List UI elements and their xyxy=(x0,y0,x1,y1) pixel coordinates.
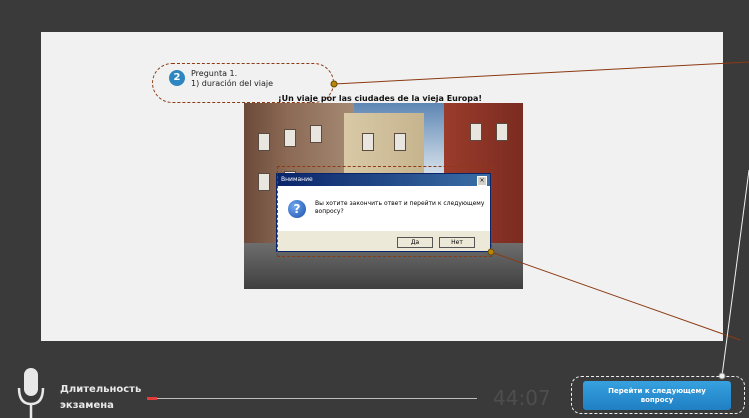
next-question-button[interactable]: Перейти к следующему вопросу xyxy=(583,381,731,410)
dialog-message: Вы хотите закончить ответ и перейти к сл… xyxy=(315,200,485,215)
photo-window xyxy=(310,125,322,143)
photo-window xyxy=(258,173,270,191)
dialog-titlebar: Внимание × xyxy=(277,174,490,186)
connector-line-button xyxy=(721,169,749,377)
exam-progress-track xyxy=(147,397,477,400)
step-number-badge: 2 xyxy=(169,70,185,86)
photo-window xyxy=(496,123,508,141)
question-icon: ? xyxy=(288,200,306,218)
photo-window xyxy=(362,133,374,151)
confirm-dialog: Внимание × ? Вы хотите закончить ответ и… xyxy=(276,173,491,252)
no-button[interactable]: Нет xyxy=(439,237,475,248)
image-title: ¡Un viaje por las ciudades de la vieja E… xyxy=(277,94,483,103)
photo-window xyxy=(470,123,482,141)
question-title: Pregunta 1. xyxy=(191,69,238,78)
photo-window xyxy=(394,133,406,151)
question-subtitle: 1) duración del viaje xyxy=(191,79,273,88)
microphone-icon xyxy=(17,368,45,418)
exam-timer: 44:07 xyxy=(493,386,551,410)
yes-button[interactable]: Да xyxy=(397,237,433,248)
close-icon[interactable]: × xyxy=(477,176,487,186)
question-text: Pregunta 1. 1) duración del viaje xyxy=(191,69,273,89)
dialog-title: Внимание xyxy=(281,176,313,183)
photo-window xyxy=(258,133,270,151)
dialog-body: ? Вы хотите закончить ответ и перейти к … xyxy=(277,186,490,231)
exam-progress-fill xyxy=(147,397,157,400)
photo-window xyxy=(284,129,296,147)
